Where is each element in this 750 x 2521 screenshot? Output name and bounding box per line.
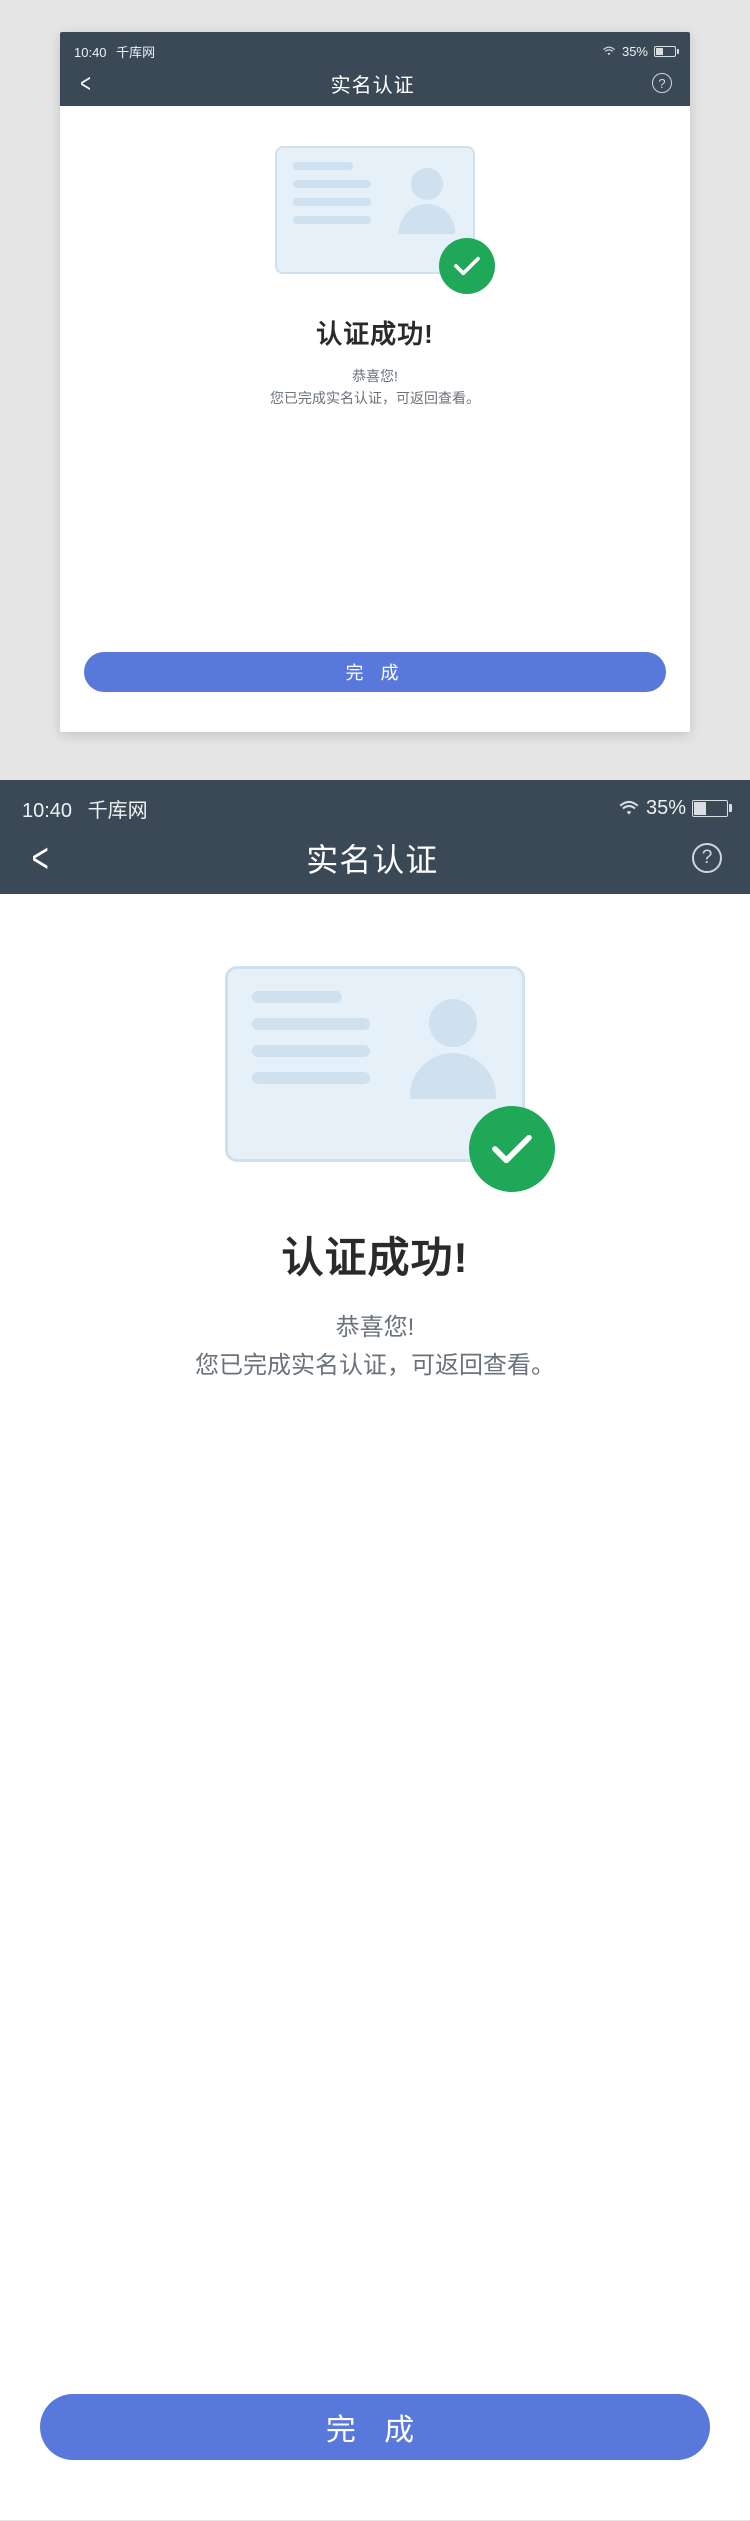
battery-percent: 35%	[646, 797, 686, 820]
person-silhouette-icon	[399, 168, 455, 234]
success-check-icon	[439, 238, 495, 294]
status-time: 10:40	[74, 45, 107, 60]
nav-bar: < 实名认证 ?	[0, 822, 750, 894]
id-card-illustration	[275, 146, 475, 274]
back-button[interactable]: <	[80, 70, 91, 96]
status-time: 10:40	[22, 800, 72, 822]
content-area: 认证成功! 恭喜您! 您已完成实名认证，可返回查看。 完 成	[60, 106, 690, 732]
subtitle-line2: 您已完成实名认证，可返回查看。	[270, 387, 480, 409]
success-title: 认证成功!	[282, 1224, 469, 1285]
help-icon: ?	[702, 847, 713, 869]
subtitle-line1: 恭喜您!	[270, 365, 480, 387]
back-button[interactable]: <	[32, 837, 49, 879]
status-right: 35%	[602, 44, 676, 59]
subtitle-line1: 恭喜您!	[195, 1309, 555, 1347]
status-bar: 10:40 千库网 35%	[0, 794, 750, 822]
help-icon: ?	[658, 76, 665, 91]
nav-bar: < 实名认证 ?	[60, 60, 690, 106]
status-left: 10:40 千库网	[74, 42, 155, 61]
full-screen-view: 10:40 千库网 35% < 实名认证 ?	[0, 780, 750, 2520]
success-check-icon	[469, 1106, 555, 1192]
help-button[interactable]: ?	[652, 73, 672, 93]
success-subtitle: 恭喜您! 您已完成实名认证，可返回查看。	[195, 1309, 555, 1386]
wifi-icon	[618, 800, 640, 816]
subtitle-line2: 您已完成实名认证，可返回查看。	[195, 1347, 555, 1385]
status-carrier: 千库网	[116, 45, 155, 60]
help-button[interactable]: ?	[692, 843, 722, 873]
done-button[interactable]: 完 成	[40, 2394, 710, 2460]
device-mock-card: 10:40 千库网 35% < 实名认证 ?	[60, 32, 690, 732]
battery-icon	[692, 800, 728, 817]
page-title: 实名认证	[331, 69, 415, 98]
status-right: 35%	[618, 797, 728, 820]
id-card-illustration	[225, 966, 525, 1162]
battery-icon	[654, 46, 676, 57]
person-silhouette-icon	[410, 999, 496, 1099]
content-area: 认证成功! 恭喜您! 您已完成实名认证，可返回查看。 完 成	[0, 894, 750, 2520]
status-bar: 10:40 千库网 35%	[60, 42, 690, 60]
page-background: 10:40 千库网 35% < 实名认证 ?	[0, 0, 750, 2521]
battery-percent: 35%	[622, 44, 648, 59]
status-left: 10:40 千库网	[22, 794, 148, 823]
status-carrier: 千库网	[88, 800, 148, 822]
done-button-label: 完 成	[326, 2405, 424, 2449]
wifi-icon	[602, 46, 616, 56]
header-bar: 10:40 千库网 35% < 实名认证 ?	[0, 780, 750, 894]
header-bar: 10:40 千库网 35% < 实名认证 ?	[60, 32, 690, 106]
success-title: 认证成功!	[316, 314, 434, 351]
success-subtitle: 恭喜您! 您已完成实名认证，可返回查看。	[270, 365, 480, 410]
page-title: 实名认证	[306, 835, 438, 881]
done-button[interactable]: 完 成	[84, 652, 666, 692]
done-button-label: 完 成	[345, 659, 404, 685]
